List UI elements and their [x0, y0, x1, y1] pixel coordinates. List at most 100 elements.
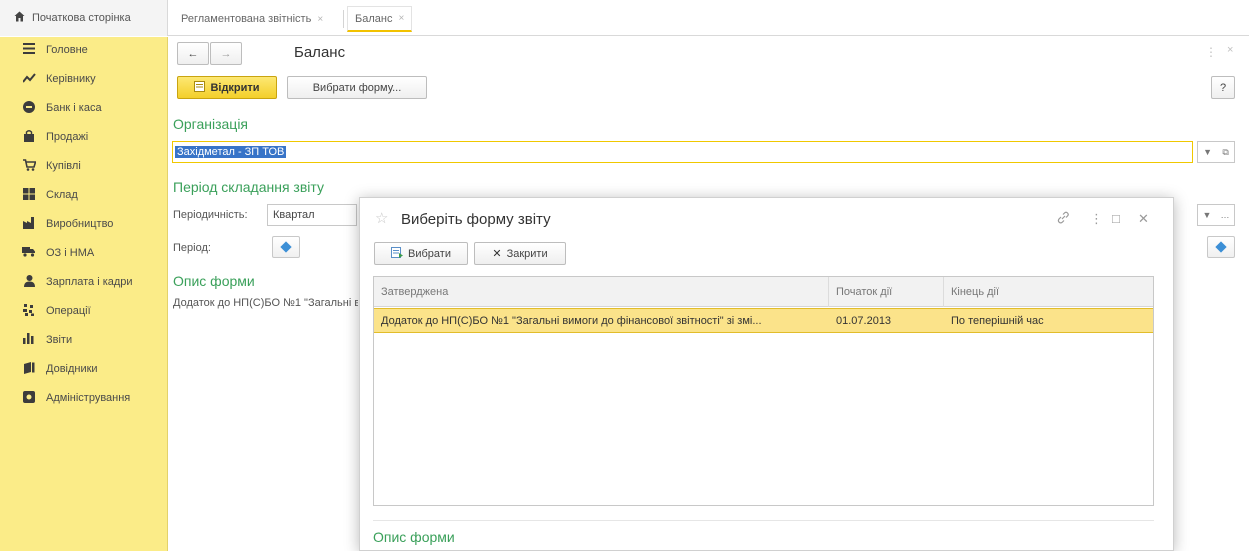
column-header-start[interactable]: Початок дії: [829, 277, 944, 307]
periodicity-dropdown[interactable]: ▼ …: [1197, 204, 1235, 226]
sidebar-item-label: ОЗ і НМА: [46, 247, 95, 259]
truck-icon: [22, 246, 36, 260]
close-icon[interactable]: ×: [317, 14, 323, 25]
dialog-description-heading: Опис форми: [373, 529, 455, 545]
tab-label: Регламентована звітність: [181, 13, 312, 25]
more-icon[interactable]: ⋮: [1090, 211, 1103, 227]
ellipsis-icon[interactable]: …: [1220, 210, 1229, 220]
diamond-icon: [280, 241, 292, 253]
close-icon[interactable]: ×: [1227, 44, 1233, 56]
sidebar-item-label: Головне: [46, 44, 88, 56]
back-button[interactable]: ←: [177, 42, 209, 65]
trend-icon: [21, 72, 36, 86]
diamond-icon: [1215, 241, 1227, 253]
cart-icon: [22, 158, 37, 174]
organization-field[interactable]: Західметал - ЗП ТОВ: [172, 141, 1193, 163]
page-title: Баланс: [294, 44, 346, 61]
home-tab-label: Початкова сторінка: [32, 12, 131, 24]
tab-label: Баланс: [355, 12, 393, 25]
sidebar-item-label: Адміністрування: [46, 392, 131, 404]
forms-table: Затверджена Початок дії Кінець дії Додат…: [373, 276, 1154, 506]
home-icon: [14, 11, 25, 25]
menu-icon: [22, 43, 36, 57]
top-tab-bar: Початкова сторінка Регламентована звітні…: [0, 0, 1249, 36]
close-dialog-button[interactable]: ✕ Закрити: [474, 242, 566, 265]
choose-form-dialog: ☆ Виберіть форму звіту ⋮ □ ✕ Вибрати ✕ З…: [359, 197, 1174, 551]
sidebar-item-sales[interactable]: Продажі: [0, 126, 168, 148]
star-icon[interactable]: ☆: [375, 209, 388, 227]
select-button-label: Вибрати: [408, 247, 451, 260]
gear-icon: [22, 390, 36, 406]
divider: [373, 520, 1154, 521]
tab-regulated-reporting[interactable]: Регламентована звітність ×: [174, 6, 330, 32]
sidebar-item-reports[interactable]: Звіти: [0, 329, 168, 351]
form-description-text: Додаток до НП(С)БО №1 "Загальні вимоги д…: [173, 297, 358, 309]
report-period-heading: Період складання звіту: [173, 179, 324, 195]
sidebar-item-label: Купівлі: [46, 160, 81, 172]
cell-start: 01.07.2013: [836, 314, 892, 327]
organization-dropdown[interactable]: ▼ ⧉: [1197, 141, 1235, 163]
period-picker-button[interactable]: [272, 236, 300, 258]
sidebar-item-label: Виробництво: [46, 218, 114, 230]
sidebar-item-fixed-assets[interactable]: ОЗ і НМА: [0, 242, 168, 264]
more-icon[interactable]: ⋮: [1205, 45, 1217, 59]
sidebar-item-administration[interactable]: Адміністрування: [0, 387, 168, 409]
bag-icon: [22, 129, 36, 145]
sidebar-item-label: Продажі: [46, 131, 89, 143]
select-icon: [391, 246, 404, 261]
tab-divider: [343, 10, 344, 28]
column-header-approved[interactable]: Затверджена: [374, 277, 829, 307]
help-button[interactable]: ?: [1211, 76, 1235, 99]
open-link-icon[interactable]: ⧉: [1222, 147, 1228, 158]
periodicity-label: Періодичність:: [173, 209, 248, 221]
period-next-button[interactable]: [1207, 236, 1235, 258]
sidebar-item-label: Банк і каса: [46, 102, 102, 114]
sidebar-item-label: Довідники: [46, 363, 98, 375]
dialog-title: Виберіть форму звіту: [401, 211, 551, 228]
sidebar-item-operations[interactable]: Операції: [0, 300, 168, 322]
sidebar-item-purchases[interactable]: Купівлі: [0, 155, 168, 177]
close-icon[interactable]: ×: [398, 13, 404, 24]
organization-value: Західметал - ЗП ТОВ: [175, 146, 287, 158]
period-label: Період:: [173, 242, 211, 254]
maximize-icon[interactable]: □: [1112, 211, 1120, 226]
sidebar-item-production[interactable]: Виробництво: [0, 213, 168, 235]
home-tab[interactable]: Початкова сторінка: [0, 0, 168, 36]
factory-icon: [22, 216, 36, 232]
form-description-heading: Опис форми: [173, 273, 255, 289]
sidebar-item-label: Звіти: [46, 334, 73, 346]
close-x-icon: ✕: [492, 248, 502, 260]
cell-end: По теперішній час: [951, 314, 1044, 327]
open-button-label: Відкрити: [210, 81, 260, 94]
person-icon: [22, 274, 36, 290]
forward-button[interactable]: →: [210, 42, 242, 65]
sidebar-item-manager[interactable]: Керівнику: [0, 68, 168, 90]
sidebar-item-payroll[interactable]: Зарплата і кадри: [0, 271, 168, 293]
column-header-end[interactable]: Кінець дії: [944, 277, 1153, 307]
sidebar-item-label: Керівнику: [46, 73, 96, 85]
operations-icon: [22, 303, 36, 319]
open-button[interactable]: Відкрити: [177, 76, 277, 99]
open-file-icon: [194, 80, 206, 95]
chevron-down-icon[interactable]: ▼: [1203, 210, 1212, 220]
close-icon[interactable]: ✕: [1138, 211, 1149, 227]
book-icon: [22, 361, 36, 377]
bank-icon: [22, 100, 36, 116]
tab-balance[interactable]: Баланс ×: [347, 6, 413, 32]
link-icon[interactable]: [1057, 211, 1070, 227]
warehouse-icon: [22, 187, 36, 203]
sidebar-item-label: Склад: [46, 189, 78, 201]
select-button[interactable]: Вибрати: [374, 242, 468, 265]
sidebar-item-label: Операції: [46, 305, 91, 317]
choose-form-button[interactable]: Вибрати форму...: [287, 76, 427, 99]
table-row[interactable]: Додаток до НП(С)БО №1 "Загальні вимоги д…: [374, 308, 1153, 333]
organization-heading: Організація: [173, 116, 249, 132]
close-button-label: Закрити: [506, 247, 548, 260]
sidebar-item-main[interactable]: Головне: [0, 39, 168, 61]
periodicity-field[interactable]: Квартал: [267, 204, 357, 226]
chevron-down-icon[interactable]: ▼: [1203, 147, 1212, 157]
sidebar-item-bank[interactable]: Банк і каса: [0, 97, 168, 119]
sidebar-item-warehouse[interactable]: Склад: [0, 184, 168, 206]
sidebar-item-directories[interactable]: Довідники: [0, 358, 168, 380]
sidebar: Головне Керівнику Банк і каса Продажі Ку…: [0, 37, 168, 551]
